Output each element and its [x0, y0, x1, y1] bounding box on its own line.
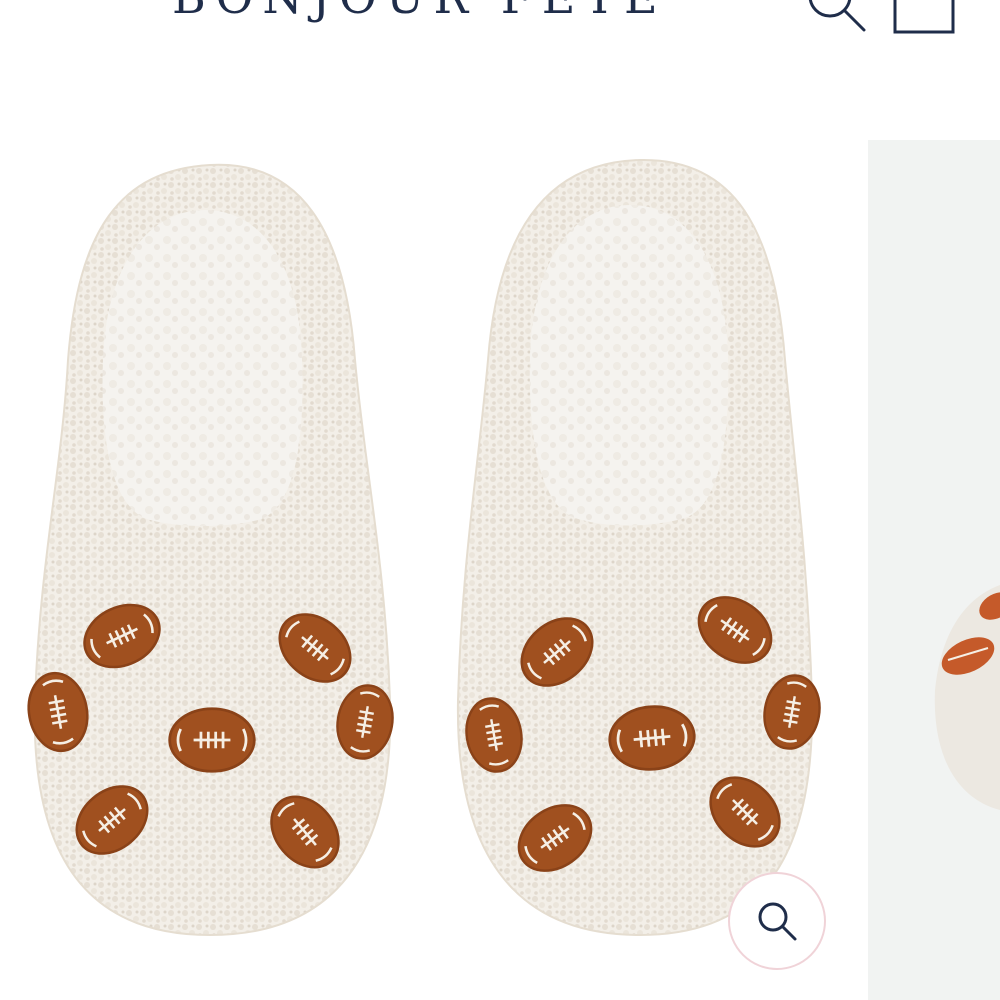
brand-logo[interactable]: BONJOUR FETE: [172, 0, 667, 20]
search-button[interactable]: [800, 0, 870, 32]
search-icon: [808, 0, 866, 32]
site-header: BONJOUR FETE: [0, 0, 1000, 40]
slipper-partial-image: [868, 140, 1000, 1000]
product-image-next[interactable]: [868, 140, 1000, 1000]
product-image-main[interactable]: [0, 140, 860, 1000]
zoom-button[interactable]: [728, 872, 826, 970]
cart-button[interactable]: [893, 0, 955, 34]
zoom-icon: [758, 902, 797, 941]
product-gallery[interactable]: [0, 140, 1000, 1000]
cart-icon: [893, 0, 955, 34]
slippers-image: [21, 158, 827, 937]
